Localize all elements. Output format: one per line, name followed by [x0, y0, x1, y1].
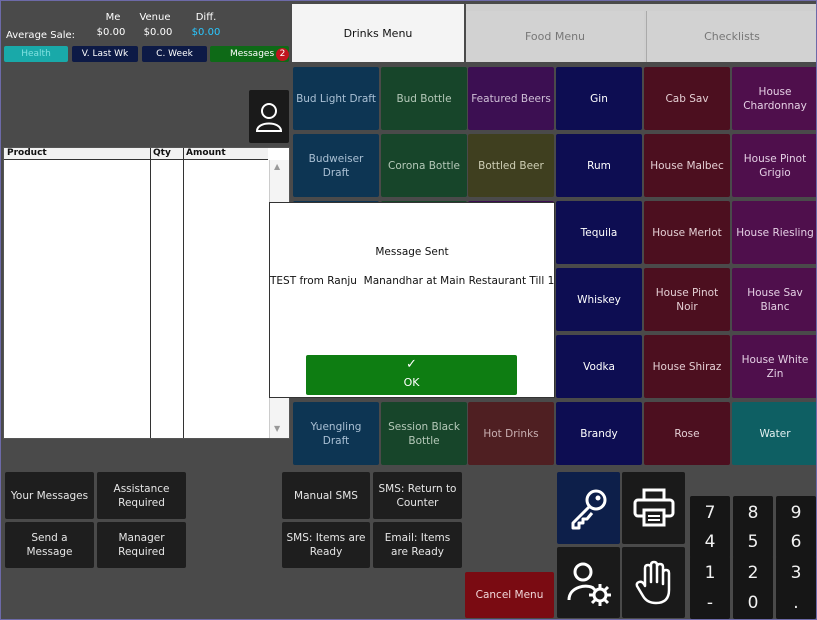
- current-week-button[interactable]: C. Week: [142, 46, 207, 62]
- tab-food-menu[interactable]: Food Menu: [466, 11, 644, 62]
- print-button[interactable]: [622, 472, 685, 544]
- keypad-4[interactable]: 4: [690, 525, 730, 558]
- email-items-ready-button[interactable]: Email: Items are Ready: [373, 522, 462, 568]
- keypad-0[interactable]: 0: [733, 586, 773, 619]
- scroll-up-icon[interactable]: ▲: [274, 162, 280, 171]
- average-sale-label: Average Sale:: [6, 30, 76, 41]
- messages-label: Messages: [230, 49, 275, 59]
- keypad-2[interactable]: 2: [733, 556, 773, 589]
- menu-tile[interactable]: Yuengling Draft: [293, 402, 379, 465]
- printer-icon: [633, 488, 674, 527]
- menu-tile[interactable]: Session Black Bottle: [381, 402, 467, 465]
- customer-button[interactable]: [249, 90, 289, 143]
- user-settings-button[interactable]: [557, 547, 620, 618]
- dialog-body: TEST from Ranju Manandhar at Main Restau…: [270, 275, 555, 287]
- last-week-button[interactable]: V. Last Wk: [72, 46, 138, 62]
- menu-tile[interactable]: House Pinot Grigio: [732, 134, 816, 197]
- tab-drinks-menu[interactable]: Drinks Menu: [292, 4, 464, 62]
- stats-panel: Me Venue Diff. Average Sale: $0.00 $0.00…: [1, 1, 291, 146]
- col-qty: Qty: [153, 148, 171, 158]
- col-divider: [183, 148, 184, 438]
- manual-sms-button[interactable]: Manual SMS: [282, 472, 370, 519]
- user-gear-icon: [567, 562, 611, 606]
- user-icon: [255, 102, 283, 132]
- key-icon: [571, 489, 606, 530]
- assistance-required-button[interactable]: Assistance Required: [97, 472, 186, 519]
- menu-tile[interactable]: House Shiraz: [644, 335, 730, 398]
- pos-window: Me Venue Diff. Average Sale: $0.00 $0.00…: [0, 0, 817, 620]
- menu-tile[interactable]: House White Zin: [732, 335, 816, 398]
- menu-tile[interactable]: House Merlot: [644, 201, 730, 264]
- menu-tile[interactable]: Hot Drinks: [468, 402, 554, 465]
- menu-tile[interactable]: House Riesling: [732, 201, 816, 264]
- col-amount: Amount: [186, 148, 226, 158]
- dialog-title: Message Sent: [375, 246, 449, 258]
- manager-required-button[interactable]: Manager Required: [97, 522, 186, 568]
- today-button[interactable]: Health: [4, 46, 68, 62]
- tab-checklists[interactable]: Checklists: [646, 11, 816, 62]
- diff-header: Diff.: [195, 12, 217, 23]
- keypad-6[interactable]: 6: [776, 525, 816, 558]
- hand-icon: [635, 560, 670, 604]
- menu-tile[interactable]: Tequila: [556, 201, 642, 264]
- key-button[interactable]: [557, 472, 620, 544]
- messages-badge: 2: [276, 48, 289, 61]
- message-sent-dialog: Message Sent TEST from Ranju Manandhar a…: [269, 202, 555, 398]
- keypad-decimal[interactable]: .: [776, 586, 816, 619]
- order-table-header: Product Qty Amount: [4, 148, 268, 160]
- menu-tile[interactable]: Vodka: [556, 335, 642, 398]
- cancel-menu-button[interactable]: Cancel Menu: [465, 572, 554, 618]
- diff-value: $0.00: [191, 27, 221, 38]
- sms-return-to-counter-button[interactable]: SMS: Return to Counter: [373, 472, 462, 519]
- menu-tile[interactable]: Gin: [556, 67, 642, 130]
- menu-tile[interactable]: Bud Light Draft: [293, 67, 379, 130]
- check-icon: ✓: [406, 357, 417, 372]
- menu-tile[interactable]: House Malbec: [644, 134, 730, 197]
- menu-tile[interactable]: Corona Bottle: [381, 134, 467, 197]
- menu-tile[interactable]: Rum: [556, 134, 642, 197]
- send-message-button[interactable]: Send a Message: [5, 522, 94, 568]
- menu-tile[interactable]: Brandy: [556, 402, 642, 465]
- menu-tile[interactable]: Bud Bottle: [381, 67, 467, 130]
- menu-tile[interactable]: House Chardonnay: [732, 67, 816, 130]
- your-messages-button[interactable]: Your Messages: [5, 472, 94, 519]
- col-divider: [150, 148, 151, 438]
- menu-tile[interactable]: House Sav Blanc: [732, 268, 816, 331]
- keypad-1[interactable]: 1: [690, 556, 730, 589]
- keypad-3[interactable]: 3: [776, 556, 816, 589]
- hold-button[interactable]: [622, 547, 685, 618]
- menu-tile[interactable]: Budweiser Draft: [293, 134, 379, 197]
- ok-button[interactable]: ✓ OK: [306, 355, 517, 395]
- col-product: Product: [7, 148, 47, 158]
- order-table: Product Qty Amount ▲ ▼: [3, 147, 290, 439]
- menu-tile[interactable]: House Pinot Noir: [644, 268, 730, 331]
- cropped-text: [5, 1, 15, 3]
- keypad-minus[interactable]: -: [690, 586, 730, 619]
- menu-tile[interactable]: Water: [732, 402, 816, 465]
- scroll-down-icon[interactable]: ▼: [274, 424, 280, 433]
- menu-tile[interactable]: Bottled Beer: [468, 134, 554, 197]
- keypad-5[interactable]: 5: [733, 525, 773, 558]
- ok-label: OK: [403, 376, 420, 389]
- menu-tile[interactable]: Whiskey: [556, 268, 642, 331]
- menu-tile[interactable]: Rose: [644, 402, 730, 465]
- menu-tile[interactable]: Cab Sav: [644, 67, 730, 130]
- menu-tile[interactable]: Featured Beers: [468, 67, 554, 130]
- sms-items-ready-button[interactable]: SMS: Items are Ready: [282, 522, 370, 568]
